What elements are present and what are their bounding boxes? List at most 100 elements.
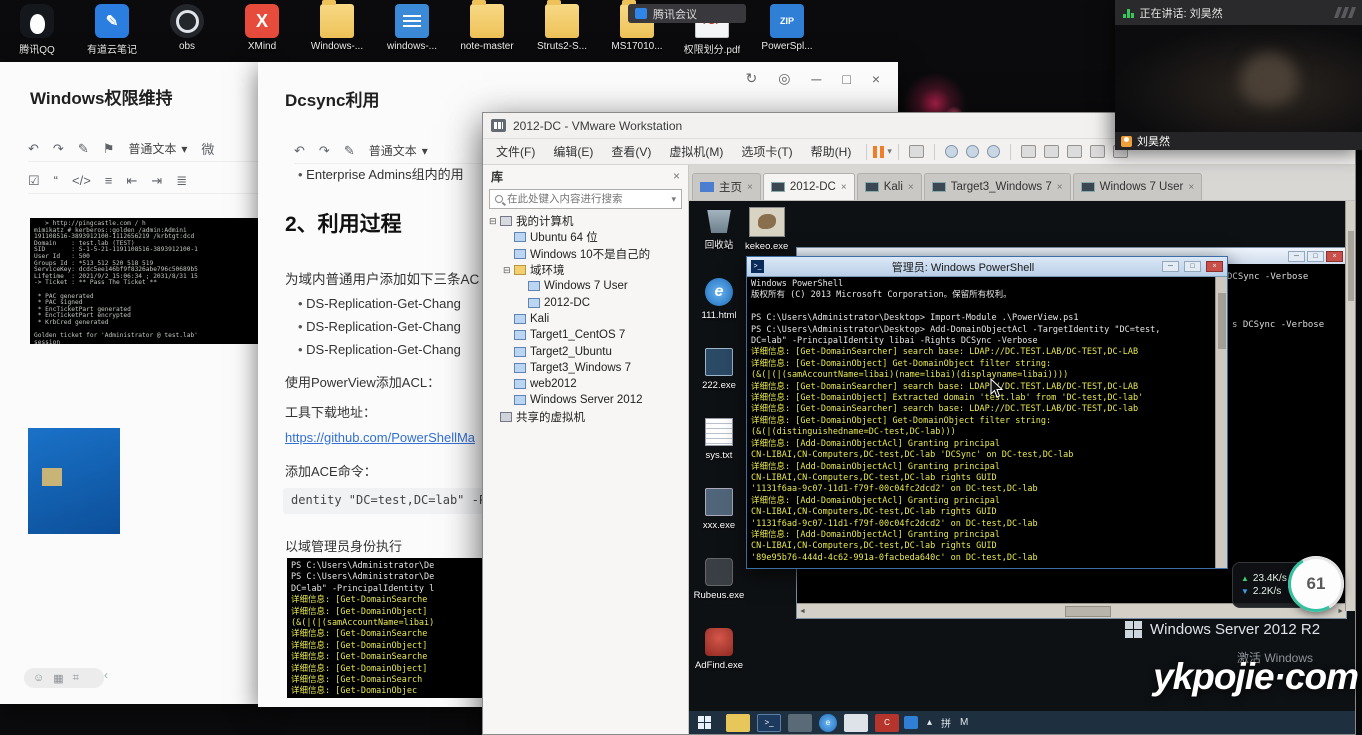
- menu-item[interactable]: 帮助(H): [802, 139, 861, 164]
- start-button[interactable]: [692, 713, 718, 732]
- vmware-tab[interactable]: 主页 ×: [692, 173, 761, 200]
- image-icon[interactable]: ▦: [53, 672, 63, 685]
- code-block-icon[interactable]: </>: [72, 173, 91, 188]
- checklist-icon[interactable]: ☑: [28, 173, 40, 189]
- internet-explorer-icon[interactable]: e: [819, 714, 837, 732]
- vm-desktop-icon-kekeo[interactable]: kekeo.exe: [745, 207, 788, 252]
- power-caret-icon[interactable]: ▾: [887, 146, 892, 157]
- vm-tree-item[interactable]: Windows 10不是自己的: [483, 246, 688, 262]
- tab-close-icon[interactable]: ×: [747, 182, 753, 193]
- menu-item[interactable]: 编辑(E): [544, 139, 602, 164]
- vm-tree-item[interactable]: Target3_Windows 7: [483, 360, 688, 376]
- close-icon[interactable]: ×: [1326, 251, 1343, 262]
- vm-tree-item[interactable]: web2012: [483, 376, 688, 392]
- tree-expand-icon[interactable]: ⊟: [489, 216, 500, 227]
- vm-tree-item[interactable]: ⊟ 我的计算机: [483, 213, 688, 229]
- desktop-icon[interactable]: Struts2-S...: [531, 4, 593, 56]
- menu-item[interactable]: 文件(F): [487, 139, 544, 164]
- send-ctrl-alt-del-icon[interactable]: [909, 145, 924, 158]
- blockquote-icon[interactable]: “: [54, 173, 58, 188]
- desktop-icon[interactable]: ZIP PowerSpl...: [756, 4, 818, 56]
- vm-tree-item[interactable]: Ubuntu 64 位: [483, 229, 688, 245]
- scroll-left-icon[interactable]: ◄: [799, 608, 806, 615]
- powershell-window[interactable]: >_ 管理员: Windows PowerShell ─ □ × Windows…: [746, 256, 1228, 569]
- vm-tree-item[interactable]: Windows Server 2012: [483, 392, 688, 408]
- vm-tree-item[interactable]: Windows 7 User: [483, 278, 688, 294]
- maximize-icon[interactable]: □: [1307, 251, 1324, 262]
- desktop-icon[interactable]: 腾讯QQ: [6, 4, 68, 56]
- snapshot-manager-icon[interactable]: [987, 145, 1000, 158]
- line-spacing-icon[interactable]: ≣: [176, 173, 187, 189]
- minimize-icon[interactable]: ─: [811, 71, 821, 87]
- webcam-video[interactable]: [1115, 25, 1362, 132]
- vm-desktop-icon[interactable]: 回收站: [691, 205, 747, 251]
- desktop-icon[interactable]: note-master: [456, 4, 518, 56]
- tray-show-hidden-icon[interactable]: ▴: [927, 717, 932, 728]
- powershell-titlebar[interactable]: >_ 管理员: Windows PowerShell ─ □ ×: [747, 257, 1227, 277]
- format-painter-icon[interactable]: ✎: [78, 141, 89, 157]
- cpp-app-icon[interactable]: C: [875, 714, 899, 732]
- collapse-chevron-icon[interactable]: ‹: [104, 668, 108, 682]
- vmware-tab[interactable]: Kali ×: [857, 173, 922, 200]
- tab-close-icon[interactable]: ×: [1057, 182, 1063, 193]
- highlight-icon[interactable]: ⚑: [103, 141, 115, 157]
- paragraph-style-select[interactable]: 普通文本 ▾: [128, 140, 187, 157]
- tree-expand-icon[interactable]: ⊟: [503, 265, 514, 276]
- vmware-tab[interactable]: Target3_Windows 7 ×: [924, 173, 1071, 200]
- desktop-icon[interactable]: Windows-...: [306, 4, 368, 56]
- pin-icon[interactable]: ◎: [778, 70, 790, 87]
- thumbnail-bar-icon[interactable]: [1044, 145, 1059, 158]
- notepad-icon[interactable]: [844, 714, 868, 732]
- vmware-tab[interactable]: 2012-DC ×: [763, 173, 855, 200]
- scrollbar-thumb[interactable]: [1065, 606, 1111, 617]
- font-select-partial[interactable]: 微: [201, 139, 214, 158]
- undo-icon[interactable]: ↶: [28, 141, 39, 157]
- console-view-icon[interactable]: [1067, 145, 1082, 158]
- vertical-scrollbar[interactable]: [1215, 277, 1227, 568]
- menu-item[interactable]: 查看(V): [602, 139, 660, 164]
- vm-tree-item[interactable]: Target1_CentOS 7: [483, 327, 688, 343]
- indent-icon[interactable]: ⇥: [151, 173, 162, 189]
- desktop-icon[interactable]: X XMind: [231, 4, 293, 56]
- library-close-icon[interactable]: ×: [673, 169, 680, 183]
- search-caret-icon[interactable]: ▾: [671, 194, 676, 205]
- file-explorer-icon[interactable]: [726, 714, 750, 732]
- vm-tree-item[interactable]: 2012-DC: [483, 294, 688, 310]
- server-manager-icon[interactable]: [788, 714, 812, 732]
- maximize-icon[interactable]: □: [842, 71, 850, 87]
- vmware-tab[interactable]: Windows 7 User ×: [1073, 173, 1203, 200]
- show-library-icon[interactable]: [1021, 145, 1036, 158]
- refresh-icon[interactable]: ↻: [745, 70, 757, 87]
- vm-tree-item[interactable]: 共享的虚拟机: [483, 409, 688, 425]
- vm-desktop-icon[interactable]: xxx.exe: [691, 488, 747, 531]
- scroll-right-icon[interactable]: ►: [1337, 608, 1344, 615]
- minimize-icon[interactable]: ─: [1288, 251, 1305, 262]
- undo-icon[interactable]: ↶: [294, 143, 305, 159]
- minimize-icon[interactable]: ─: [1162, 261, 1179, 272]
- library-search-input[interactable]: [507, 193, 667, 205]
- vm-console-display[interactable]: 回收站 e 111.html 222.exe sys.txt xxx.exe: [689, 201, 1355, 734]
- vm-vertical-scrollbar[interactable]: [1345, 201, 1355, 611]
- snapshot-revert-icon[interactable]: [966, 145, 979, 158]
- redo-icon[interactable]: ↷: [319, 143, 330, 159]
- menu-item[interactable]: 虚拟机(M): [660, 139, 732, 164]
- desktop-icon[interactable]: obs: [156, 4, 218, 56]
- format-painter-icon[interactable]: ✎: [344, 143, 355, 159]
- tab-close-icon[interactable]: ×: [908, 182, 914, 193]
- close-icon[interactable]: ×: [872, 71, 880, 87]
- vm-desktop-icon[interactable]: 222.exe: [691, 348, 747, 391]
- vm-tree-item[interactable]: Target2_Ubuntu: [483, 343, 688, 359]
- taskbar-powershell-icon[interactable]: >_: [757, 714, 781, 732]
- vm-desktop-icon[interactable]: Rubeus.exe: [691, 558, 747, 601]
- vm-desktop-icon[interactable]: sys.txt: [691, 418, 747, 461]
- meeting-mini-bar[interactable]: 腾讯会议: [628, 4, 746, 23]
- vm-tree-item[interactable]: Kali: [483, 311, 688, 327]
- maximize-icon[interactable]: □: [1184, 261, 1201, 272]
- align-icon[interactable]: ≡: [105, 173, 113, 188]
- tray-app-icon[interactable]: [904, 716, 918, 729]
- close-icon[interactable]: ×: [1206, 261, 1223, 272]
- tab-close-icon[interactable]: ×: [841, 182, 847, 193]
- emoji-icon[interactable]: ☺: [33, 672, 44, 684]
- vm-tree-item[interactable]: ⊟ 域环境: [483, 262, 688, 278]
- redo-icon[interactable]: ↷: [53, 141, 64, 157]
